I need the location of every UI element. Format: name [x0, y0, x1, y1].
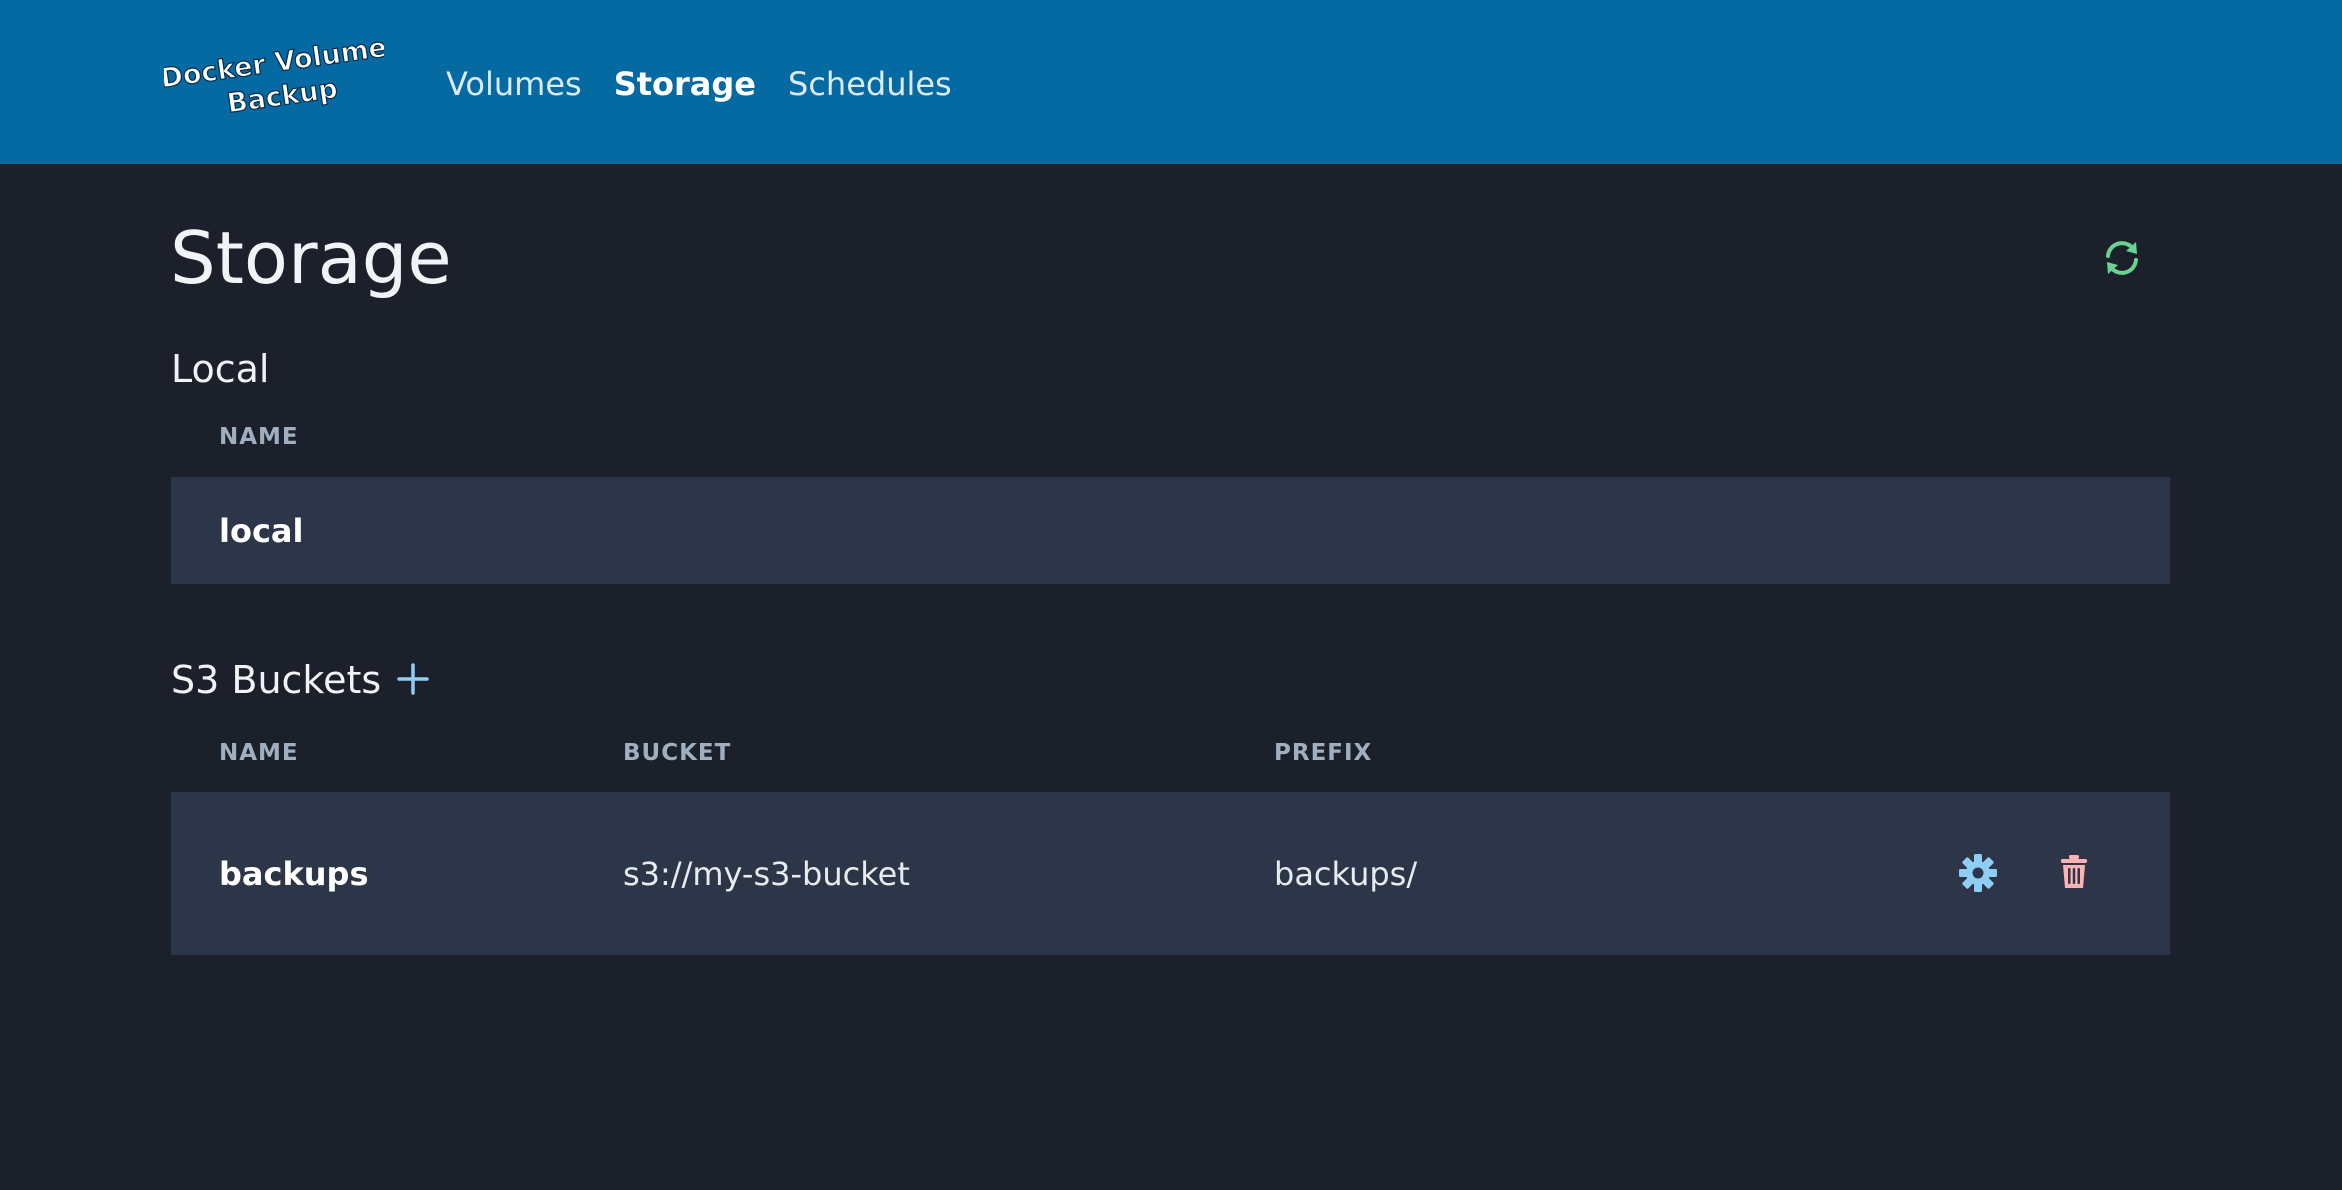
s3-bucket-prefix: backups/ — [1274, 855, 1418, 893]
plus-icon — [397, 663, 429, 695]
local-section-title: Local — [171, 347, 270, 391]
refresh-button[interactable] — [2100, 236, 2144, 280]
nav-storage[interactable]: Storage — [614, 56, 756, 112]
local-storage-name: local — [219, 512, 304, 550]
s3-col-prefix-header: PREFIX — [1274, 740, 1373, 766]
s3-section-title: S3 Buckets — [171, 658, 382, 702]
s3-col-bucket-header: BUCKET — [623, 740, 732, 766]
settings-button[interactable] — [1958, 853, 1998, 897]
add-s3-bucket-button[interactable] — [396, 662, 430, 696]
gear-icon — [1959, 854, 1997, 892]
trash-icon — [2061, 855, 2087, 888]
s3-col-name-header: NAME — [219, 740, 299, 766]
logo-image: Docker Volume Backup — [158, 32, 389, 121]
table-row[interactable]: local — [171, 477, 2170, 584]
page-title: Storage — [170, 216, 452, 300]
main-nav: Volumes Storage Schedules — [446, 56, 952, 112]
nav-schedules[interactable]: Schedules — [788, 56, 952, 112]
table-row: backups s3://my-s3-bucket backups/ — [171, 792, 2170, 955]
s3-bucket-name: backups — [219, 855, 369, 893]
app-logo[interactable]: Docker Volume Backup — [158, 30, 389, 130]
s3-bucket-url: s3://my-s3-bucket — [623, 855, 910, 893]
nav-volumes[interactable]: Volumes — [446, 56, 582, 112]
local-col-name-header: NAME — [219, 424, 299, 450]
delete-button[interactable] — [2059, 854, 2089, 894]
top-navbar: Docker Volume Backup Volumes Storage Sch… — [0, 0, 2342, 164]
refresh-icon — [2106, 241, 2138, 275]
